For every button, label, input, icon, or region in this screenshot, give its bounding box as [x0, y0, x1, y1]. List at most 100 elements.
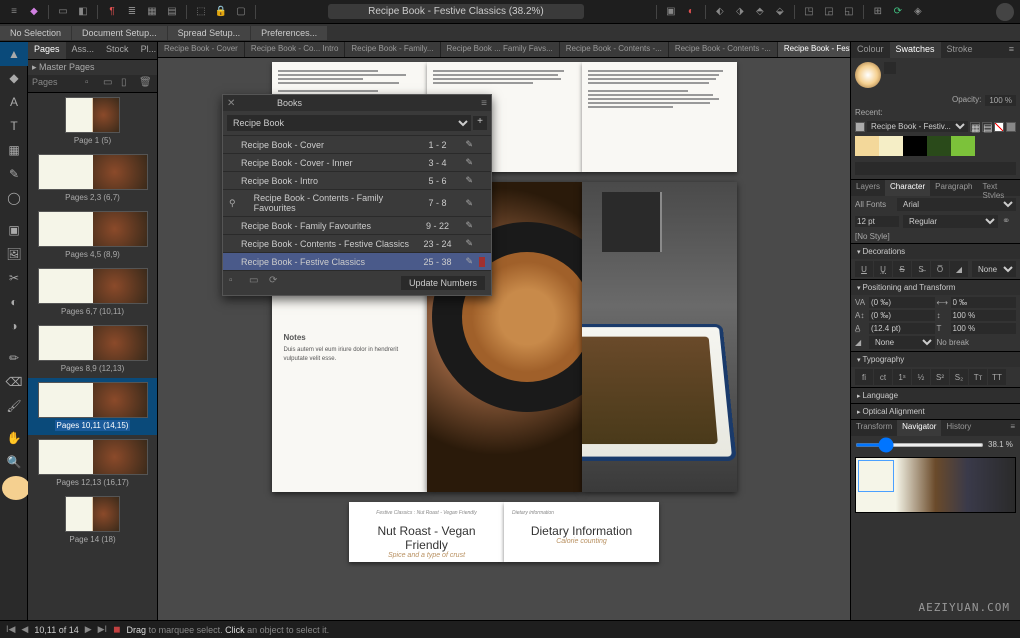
- prev-page-button[interactable]: ◀: [21, 624, 28, 635]
- page-thumb[interactable]: Pages 10,11 (14,15): [28, 378, 157, 435]
- shape-tool[interactable]: ◯: [0, 186, 28, 210]
- lead-pct-input[interactable]: [951, 323, 1017, 334]
- page-thumb[interactable]: Pages 12,13 (16,17): [28, 435, 157, 492]
- tracking-input[interactable]: [869, 297, 935, 308]
- font-weight-select[interactable]: Regular: [903, 215, 998, 228]
- book-select[interactable]: Recipe Book: [227, 115, 471, 131]
- page-thumb[interactable]: Pages 2,3 (6,7): [28, 150, 157, 207]
- double-strike-button[interactable]: S̶: [912, 261, 930, 277]
- align-right-icon[interactable]: ⬘: [752, 4, 768, 20]
- move-tool[interactable]: ▲: [0, 42, 28, 66]
- allcaps-button[interactable]: TT: [988, 369, 1006, 385]
- brush-tool[interactable]: ✏: [0, 346, 28, 370]
- font-size-input[interactable]: [855, 216, 899, 227]
- tab-textstyles[interactable]: Text Styles: [978, 180, 1020, 196]
- last-page-button[interactable]: ▶I: [98, 624, 107, 635]
- scale-h-input[interactable]: [951, 297, 1017, 308]
- place-image-tool[interactable]: 🖼: [0, 242, 28, 266]
- ordinals-button[interactable]: 1ˢ: [893, 369, 911, 385]
- document-tab[interactable]: Recipe Book - Contents -...: [560, 42, 669, 57]
- erase-tool[interactable]: ⌫: [0, 370, 28, 394]
- leading-input[interactable]: [869, 323, 935, 334]
- swatch[interactable]: [855, 136, 879, 156]
- document-tab[interactable]: Recipe Book ... Family Favs...: [441, 42, 560, 57]
- dialog-menu-icon[interactable]: ≡: [481, 98, 487, 109]
- add-spread-icon[interactable]: ▭: [103, 77, 117, 91]
- palette-select[interactable]: Recipe Book - Festiv...: [867, 121, 968, 132]
- paint-tool[interactable]: 🖌: [0, 394, 28, 418]
- add-chapter-icon[interactable]: ▫: [229, 275, 245, 291]
- document-tab[interactable]: Recipe Book - Festive Classi...: [778, 42, 850, 57]
- tab-navigator[interactable]: Navigator: [897, 420, 941, 436]
- strikethrough-button[interactable]: S: [893, 261, 911, 277]
- close-icon[interactable]: ✕: [227, 98, 237, 108]
- toolbar-btn-1[interactable]: ▭: [55, 4, 71, 20]
- tab-placeholder[interactable]: Pl...: [135, 42, 158, 59]
- preferences-button[interactable]: Preferences...: [251, 26, 327, 40]
- transparency-tool[interactable]: ◑: [0, 314, 28, 338]
- subscript-button[interactable]: S₂: [950, 369, 968, 385]
- fill-swatch[interactable]: [855, 62, 881, 88]
- vector-crop-tool[interactable]: ✂: [0, 266, 28, 290]
- frame-text-tool[interactable]: T: [0, 114, 28, 138]
- highlight-button[interactable]: ◢: [950, 261, 968, 277]
- decoration-none[interactable]: None: [972, 261, 1016, 277]
- sync-chapter-icon[interactable]: ⟳: [269, 275, 285, 291]
- tab-stroke[interactable]: Stroke: [941, 42, 979, 58]
- pen-tool[interactable]: ✎: [0, 162, 28, 186]
- standard-ligatures-button[interactable]: fi: [855, 369, 873, 385]
- char-style-label[interactable]: [No Style]: [855, 232, 890, 241]
- decorations-header[interactable]: Decorations: [851, 243, 1020, 259]
- insert-icon[interactable]: ⊞: [870, 4, 886, 20]
- list-view-icon[interactable]: ▤: [982, 122, 992, 132]
- tab-assets[interactable]: Ass...: [66, 42, 101, 59]
- navigator-preview[interactable]: [855, 457, 1016, 513]
- grid-view-icon[interactable]: ▦: [970, 122, 980, 132]
- page-thumb[interactable]: Pages 8,9 (12,13): [28, 321, 157, 378]
- double-underline-button[interactable]: U̳: [874, 261, 892, 277]
- split-icon[interactable]: ◐: [683, 4, 699, 20]
- node-tool[interactable]: ◆: [0, 66, 28, 90]
- toolbar-btn-2[interactable]: ◧: [75, 4, 91, 20]
- preflight-icon[interactable]: ◼: [113, 624, 120, 635]
- distribute-icon[interactable]: ⬙: [772, 4, 788, 20]
- add-book-button[interactable]: +: [473, 116, 487, 130]
- tab-paragraph[interactable]: Paragraph: [930, 180, 977, 196]
- page-indicator[interactable]: 10,11 of 14: [34, 625, 78, 635]
- align-center-icon[interactable]: ⬗: [732, 4, 748, 20]
- add-page-icon[interactable]: ▫: [85, 77, 99, 91]
- pan-tool[interactable]: ✋: [0, 426, 28, 450]
- tab-pages[interactable]: Pages: [28, 42, 66, 59]
- overline-button[interactable]: O̅: [931, 261, 949, 277]
- sync-icon[interactable]: ⟳: [890, 4, 906, 20]
- artistic-text-tool[interactable]: A: [0, 90, 28, 114]
- book-chapter-row[interactable]: ⚲Recipe Book - Contents - Family Favouri…: [223, 189, 491, 216]
- next-page-button[interactable]: ▶: [85, 624, 92, 635]
- baseline-icon[interactable]: ▤: [164, 4, 180, 20]
- tab-transform[interactable]: Transform: [851, 420, 897, 436]
- tab-swatches[interactable]: Swatches: [890, 42, 941, 58]
- baseline-input[interactable]: [869, 310, 935, 321]
- update-numbers-button[interactable]: Update Numbers: [401, 276, 485, 290]
- optical-header[interactable]: Optical Alignment: [851, 403, 1020, 419]
- fill-tool[interactable]: ◐: [0, 290, 28, 314]
- none-swatch[interactable]: [994, 122, 1004, 132]
- fractions-button[interactable]: ½: [912, 369, 930, 385]
- contextual-button[interactable]: ct: [874, 369, 892, 385]
- underline-button[interactable]: U: [855, 261, 873, 277]
- preview-icon[interactable]: ▣: [663, 4, 679, 20]
- book-chapter-row[interactable]: Recipe Book - Family Favourites9 - 22✎: [223, 216, 491, 234]
- superscript-button[interactable]: S²: [931, 369, 949, 385]
- swatch[interactable]: [951, 136, 975, 156]
- book-chapter-row[interactable]: Recipe Book - Cover - Inner3 - 4✎: [223, 153, 491, 171]
- book-chapter-row[interactable]: Recipe Book - Cover1 - 2✎: [223, 135, 491, 153]
- opacity-value[interactable]: 100 %: [985, 95, 1016, 106]
- arrange-3-icon[interactable]: ◱: [841, 4, 857, 20]
- swatches-menu-icon[interactable]: ≡: [1003, 42, 1020, 58]
- tab-layers[interactable]: Layers: [851, 180, 885, 196]
- delete-page-icon[interactable]: 🗑: [139, 77, 153, 91]
- align-icon[interactable]: ≣: [124, 4, 140, 20]
- table-tool[interactable]: ▦: [0, 138, 28, 162]
- page-opts-icon[interactable]: ▯: [121, 77, 135, 91]
- book-chapter-row[interactable]: Recipe Book - Festive Classics25 - 38✎: [223, 252, 491, 270]
